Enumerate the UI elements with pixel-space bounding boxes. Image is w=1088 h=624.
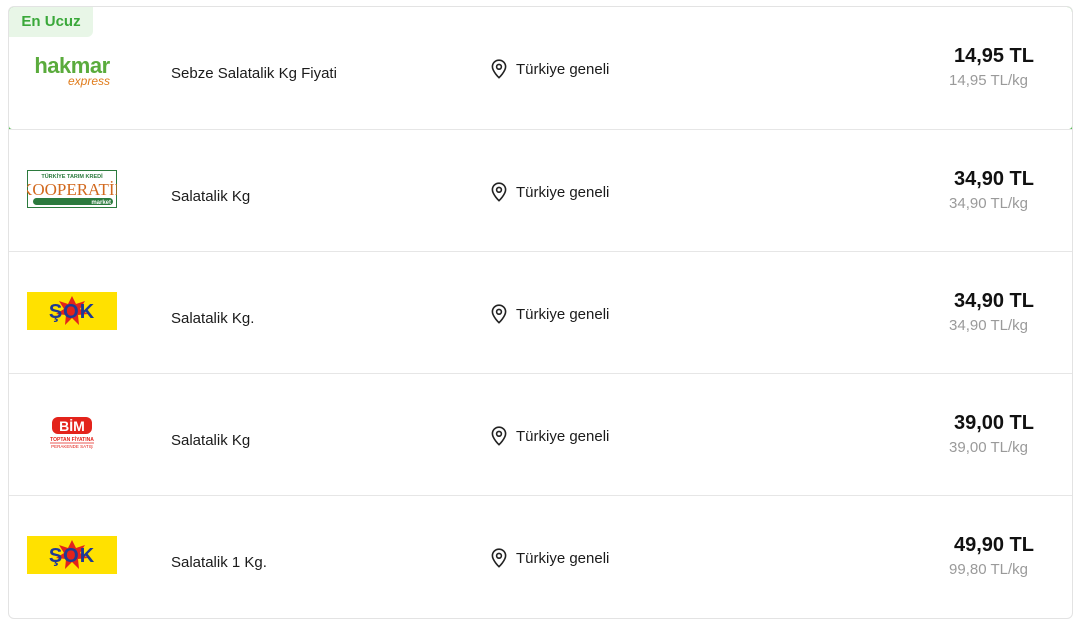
offer-row[interactable]: En Ucuz hakmar express Sebze Salatalik K… (9, 7, 1072, 130)
product-name[interactable]: Sebze Salatalik Kg Fiyati (171, 65, 337, 82)
product-name[interactable]: Salatalik 1 Kg. (171, 554, 267, 571)
location-pin-icon (491, 182, 507, 202)
location-pin-icon (491, 426, 507, 446)
location: Türkiye geneli (490, 548, 609, 568)
location-label: Türkiye geneli (516, 549, 610, 567)
price: 14,95 TL (953, 45, 1034, 67)
product-name[interactable]: Salatalik Kg (171, 188, 250, 205)
location-label: Türkiye geneli (516, 60, 610, 78)
location: Türkiye geneli (490, 59, 609, 79)
price: 39,00 TL (953, 412, 1034, 434)
offer-row[interactable]: ŞOK Salatalik Kg. Türkiye geneli 34,90 T… (9, 251, 1072, 373)
logo-text: ŞOK (49, 301, 95, 323)
sok-logo: ŞOK (27, 292, 117, 330)
product-name[interactable]: Salatalik Kg. (171, 310, 254, 327)
location: Türkiye geneli (490, 426, 609, 446)
tarim-kredi-kooperatif-logo: TÜRKİYE TARIM KREDİ KOOPERATİF market (27, 170, 117, 208)
logo-text-main: BİM (59, 418, 85, 434)
location-label: Türkiye geneli (516, 183, 610, 201)
logo-text-sub1: TOPTAN FİYATINA (50, 436, 94, 443)
price-block: 39,00 TL 39,00 TL/kg (949, 412, 1034, 456)
offer-row[interactable]: BİM TOPTAN FİYATINA PERAKENDE SATIŞ Sala… (9, 373, 1072, 495)
unit-price: 14,95 TL/kg (949, 72, 1028, 89)
logo-text: ŞOK (49, 545, 95, 567)
price: 34,90 TL (953, 168, 1034, 190)
bim-logo: BİM TOPTAN FİYATINA PERAKENDE SATIŞ (27, 414, 117, 452)
offer-row[interactable]: TÜRKİYE TARIM KREDİ KOOPERATİF market Sa… (9, 129, 1072, 251)
product-name[interactable]: Salatalik Kg (171, 432, 250, 449)
location-pin-icon (491, 59, 507, 79)
offer-row[interactable]: ŞOK Salatalik 1 Kg. Türkiye geneli 49,90… (9, 495, 1072, 617)
unit-price: 39,00 TL/kg (949, 439, 1028, 456)
price-comparison-list: En Ucuz hakmar express Sebze Salatalik K… (8, 6, 1073, 619)
sok-logo: ŞOK (27, 536, 117, 574)
cheapest-badge: En Ucuz (9, 7, 93, 37)
unit-price: 34,90 TL/kg (949, 195, 1028, 212)
price-block: 14,95 TL 14,95 TL/kg (949, 45, 1034, 89)
logo-text-main: KOOPERATİF (27, 180, 117, 199)
price: 49,90 TL (953, 534, 1034, 556)
location-label: Türkiye geneli (516, 305, 610, 323)
location-label: Türkiye geneli (516, 427, 610, 445)
hakmar-express-logo: hakmar express (27, 53, 117, 91)
price-block: 34,90 TL 34,90 TL/kg (949, 168, 1034, 212)
location-pin-icon (491, 304, 507, 324)
price: 34,90 TL (953, 290, 1034, 312)
price-block: 49,90 TL 99,80 TL/kg (949, 534, 1034, 578)
logo-text-sub: express (68, 74, 110, 88)
location: Türkiye geneli (490, 304, 609, 324)
location-pin-icon (491, 548, 507, 568)
unit-price: 99,80 TL/kg (949, 561, 1028, 578)
logo-text-top: TÜRKİYE TARIM KREDİ (41, 173, 103, 180)
price-block: 34,90 TL 34,90 TL/kg (949, 290, 1034, 334)
logo-text-sub: market (91, 200, 111, 206)
unit-price: 34,90 TL/kg (949, 317, 1028, 334)
logo-text-sub2: PERAKENDE SATIŞ (51, 444, 93, 449)
location: Türkiye geneli (490, 182, 609, 202)
